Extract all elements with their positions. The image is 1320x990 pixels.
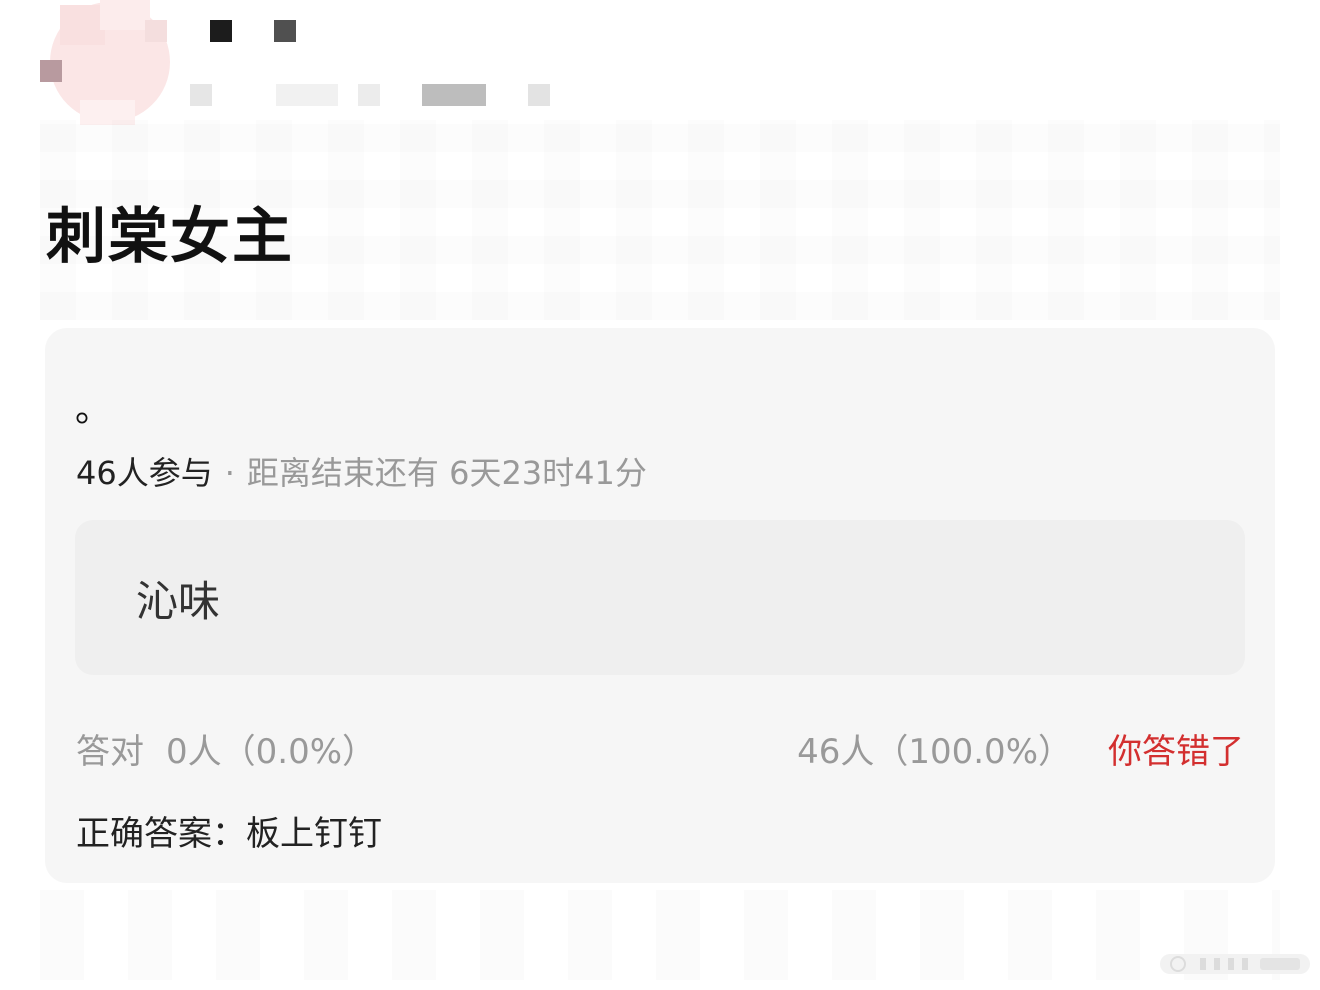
- quiz-question: 。: [75, 389, 112, 430]
- avatar[interactable]: [40, 0, 175, 125]
- username-blur[interactable]: [210, 20, 232, 42]
- answer-value: 板上钉钉: [246, 814, 382, 854]
- pixelated-avatar-icon: [40, 0, 170, 125]
- quiz-card: 。 46人参与 · 距离结束还有 6天23时41分 沁味 答对 0人（0.0%） 46…: [45, 328, 1275, 883]
- weibo-watermark-icon: [1160, 952, 1310, 976]
- meta-blur-3: [358, 84, 380, 106]
- username-blur-2: [274, 20, 296, 42]
- result-row: 答对 0人（0.0%） 46人（100.0%） 你答错了: [76, 724, 1244, 774]
- participant-count: 46人参与: [76, 454, 213, 492]
- quiz-option[interactable]: 沁味: [75, 520, 1245, 675]
- meta-blur-2: [276, 84, 338, 106]
- verdict-text: 你答错了: [1108, 732, 1244, 772]
- correct-label: 答对: [76, 732, 144, 772]
- page: 刺棠女主 。 46人参与 · 距离结束还有 6天23时41分 沁味 答对 0人（0.0…: [0, 0, 1320, 990]
- quiz-meta: 46人参与 · 距离结束还有 6天23时41分: [76, 448, 647, 494]
- post-title: 刺棠女主: [46, 202, 294, 272]
- meta-blur-4: [422, 84, 486, 106]
- background-noise-bottom: [40, 890, 1280, 980]
- countdown-text: 距离结束还有 6天23时41分: [246, 454, 647, 492]
- correct-answer: 正确答案：板上钉钉: [76, 806, 382, 855]
- correct-stat: 答对 0人（0.0%）: [76, 724, 376, 773]
- correct-value: 0人（0.0%）: [166, 732, 377, 772]
- meta-separator: ·: [224, 454, 235, 492]
- answer-label: 正确答案：: [76, 814, 246, 854]
- wrong-value: 46人（100.0%）: [797, 732, 1072, 772]
- wrong-stat: 46人（100.0%） 你答错了: [797, 724, 1244, 773]
- option-label: 沁味: [136, 577, 221, 626]
- meta-blur-5: [528, 84, 550, 106]
- meta-blur-1: [190, 84, 212, 106]
